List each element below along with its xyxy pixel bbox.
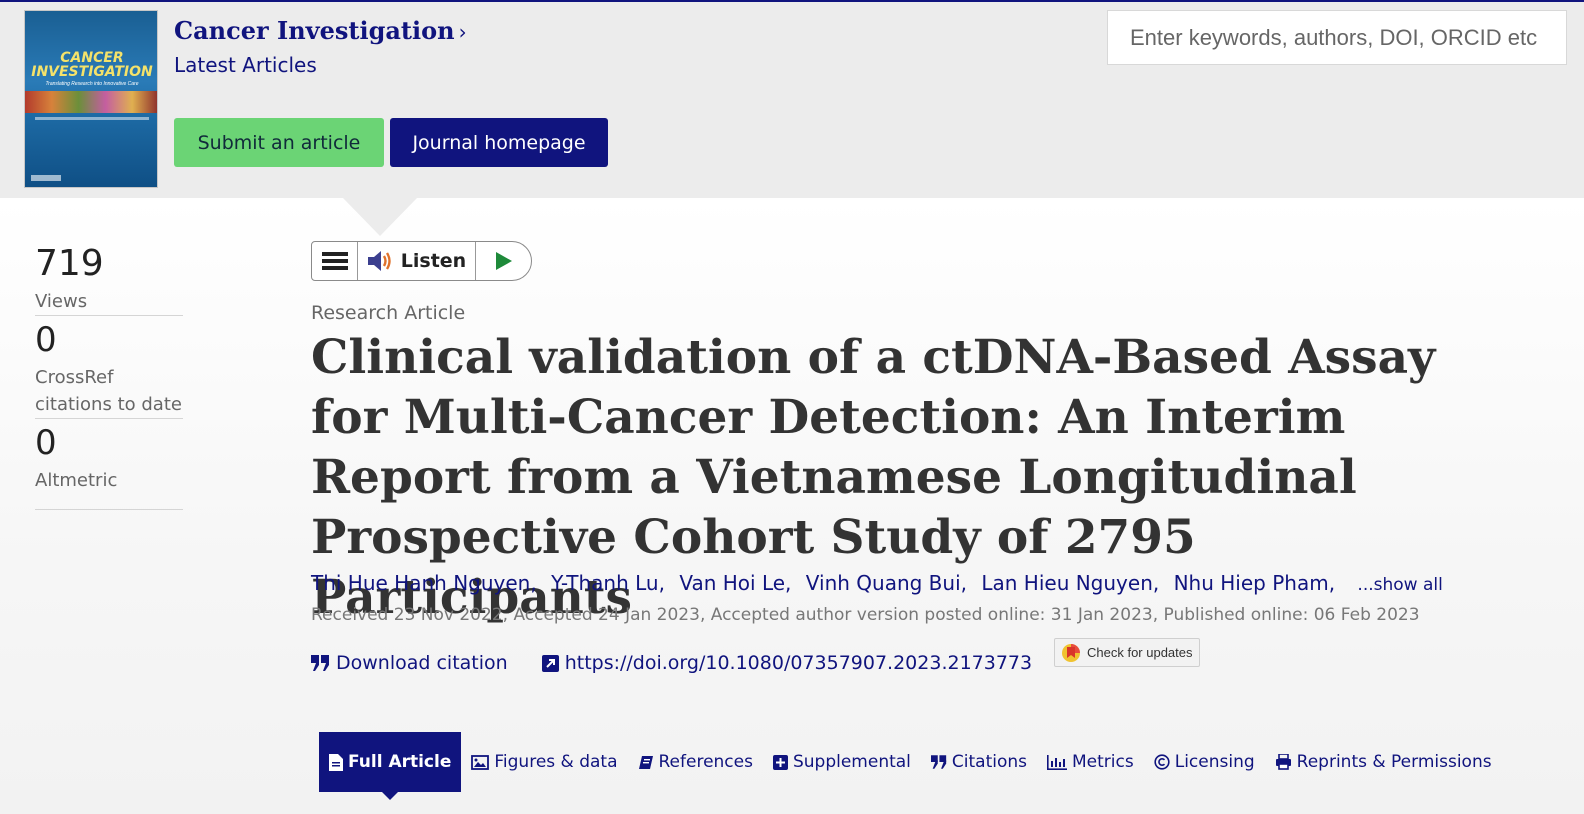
metric-views: 719 Views [35,240,183,316]
image-icon [471,754,490,770]
tab-supplemental[interactable]: Supplemental [763,732,921,792]
cover-title: CANCER INVESTIGATION [31,50,153,80]
crossmark-icon [1062,643,1080,662]
speaker-icon [367,251,391,271]
tab-label: Full Article [348,752,452,772]
external-link-icon [541,654,559,672]
document-icon [329,753,343,771]
author-link[interactable]: Vinh Quang Bui [806,571,961,595]
quote-icon [311,655,329,671]
cover-subtitle: Translating Research into Innovative Car… [45,81,139,87]
plus-square-icon [772,754,788,770]
metric-label: Altmetric [35,470,118,491]
listen-player: Listen [311,241,532,281]
article-metrics: 719 Views 0 CrossRef citations to date 0… [35,240,183,510]
check-for-updates-button[interactable]: Check for updates [1054,638,1200,667]
book-icon [638,755,653,769]
author-link[interactable]: Van Hoi Le [679,571,785,595]
submit-article-button[interactable]: Submit an article [174,118,384,167]
header-pointer [343,198,417,236]
listen-label: Listen [400,250,467,272]
quote-icon [930,755,947,769]
cover-editor-line [35,117,149,120]
tab-references[interactable]: References [628,732,763,792]
tab-label: Citations [951,752,1028,772]
journal-title-link[interactable]: Cancer Investigation › [174,16,467,45]
author-list: Thi Hue Hanh Nguyen, Y-Thanh Lu, Van Hoi… [311,571,1461,595]
article-links: Download citation https://doi.org/10.108… [311,648,1032,678]
author-link[interactable]: Lan Hieu Nguyen [981,571,1153,595]
author-link[interactable]: Nhu Hiep Pham [1174,571,1329,595]
copyright-icon [1154,754,1170,770]
menu-icon [321,252,348,270]
download-citation-link[interactable]: Download citation [311,652,508,674]
play-icon [495,252,512,270]
tab-reprints-permissions[interactable]: Reprints & Permissions [1265,732,1502,792]
publisher-logo [31,175,61,181]
metric-altmetric: 0 Altmetric [35,419,183,510]
play-button[interactable] [476,242,531,280]
author-separator: , [658,571,665,595]
journal-header: CANCER INVESTIGATION Translating Researc… [0,2,1584,198]
metric-value: 0 [35,423,57,463]
check-updates-label: Check for updates [1087,645,1193,660]
metric-label: Views [35,291,88,312]
author-separator: , [785,571,792,595]
author-separator: , [1328,571,1336,595]
tab-figures-data[interactable]: Figures & data [461,732,627,792]
publication-history: Received 23 Nov 2022, Accepted 24 Jan 20… [311,605,1420,625]
latest-articles-link[interactable]: Latest Articles [174,53,317,77]
metric-crossref: 0 CrossRef citations to date [35,316,183,419]
author-separator: , [960,571,967,595]
author-link[interactable]: Y-Thanh Lu [551,571,659,595]
author-separator: , [530,571,537,595]
bar-chart-icon [1047,754,1068,770]
tab-metrics[interactable]: Metrics [1037,732,1144,792]
download-citation-label: Download citation [336,652,508,674]
metric-label: CrossRef citations to date [35,367,182,415]
show-all-authors-link[interactable]: ...show all [1357,575,1442,595]
tab-label: Figures & data [494,752,618,772]
metric-value: 0 [35,320,57,360]
tab-label: Licensing [1174,752,1255,772]
journal-cover-image[interactable]: CANCER INVESTIGATION Translating Researc… [24,10,158,188]
article-type: Research Article [311,302,466,324]
metric-value: 719 [35,243,104,284]
cover-photo [25,91,157,113]
listen-menu-button[interactable] [312,242,358,280]
journal-homepage-button[interactable]: Journal homepage [390,118,608,167]
listen-button[interactable]: Listen [358,242,476,280]
article-tabs: Full Article Figures & data References S… [319,732,1502,800]
tab-label: Supplemental [792,752,911,772]
tab-label: Reprints & Permissions [1296,752,1492,772]
search-input[interactable]: Enter keywords, authors, DOI, ORCID etc [1107,10,1567,65]
doi-label: https://doi.org/10.1080/07357907.2023.21… [564,652,1033,674]
journal-title-text: Cancer Investigation [174,16,455,45]
print-icon [1275,754,1291,770]
tab-licensing[interactable]: Licensing [1144,732,1265,792]
author-link[interactable]: Thi Hue Hanh Nguyen [311,571,530,595]
tab-label: References [658,752,753,772]
tab-label: Metrics [1072,752,1134,772]
tab-citations[interactable]: Citations [921,732,1037,792]
tab-full-article[interactable]: Full Article [319,732,462,800]
doi-link[interactable]: https://doi.org/10.1080/07357907.2023.21… [541,652,1033,674]
author-separator: , [1152,571,1160,595]
chevron-right-icon: › [458,20,467,44]
